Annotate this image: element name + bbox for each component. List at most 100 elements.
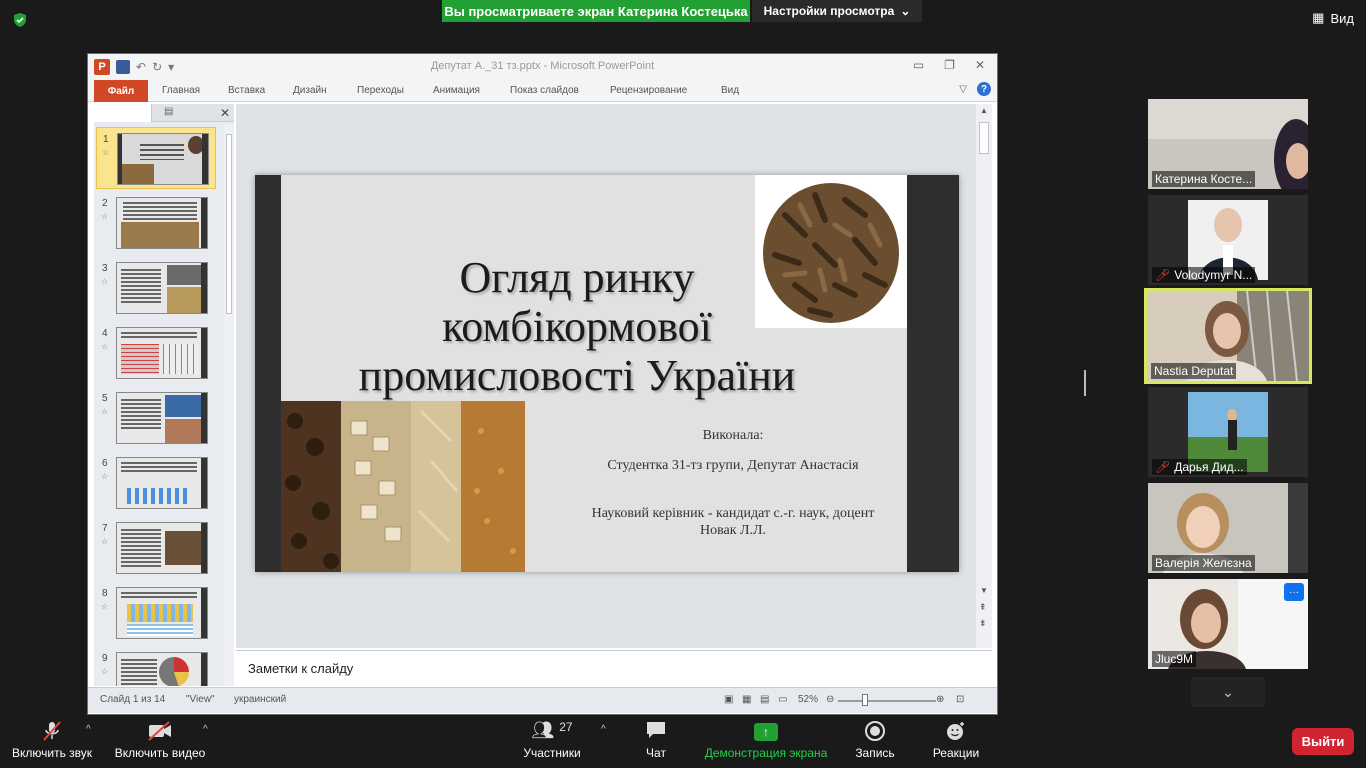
slide-thumbnail[interactable]: 3 ☆: [96, 257, 216, 319]
zoom-slider-knob[interactable]: [862, 694, 868, 706]
scrollbar-thumb[interactable]: [226, 134, 232, 314]
scroll-up-icon[interactable]: ▲: [980, 106, 988, 115]
collapse-ribbon-icon[interactable]: ▽: [959, 84, 967, 95]
scroll-down-icon[interactable]: ▼: [980, 586, 988, 595]
tab-transitions[interactable]: Переходы: [357, 85, 404, 96]
slide-thumbnail[interactable]: 2 ☆: [96, 192, 216, 254]
restore-icon[interactable]: ❐: [944, 58, 955, 72]
video-options-chevron-icon[interactable]: ^: [203, 724, 208, 735]
record-icon: [852, 720, 898, 742]
animal-feed-image: [281, 401, 525, 572]
tab-home[interactable]: Главная: [162, 85, 200, 96]
slide-thumbnail[interactable]: 4 ☆: [96, 322, 216, 384]
slide-number: 1: [103, 134, 109, 145]
gallery-scroll-down-button[interactable]: ⌄: [1191, 677, 1265, 707]
share-screen-button[interactable]: ↑ Демонстрация экрана: [704, 720, 828, 760]
chevron-down-icon: ⌄: [900, 4, 911, 18]
window-controls: ▭ ❐ ✕: [913, 58, 985, 72]
tab-design[interactable]: Дизайн: [293, 85, 327, 96]
more-options-button[interactable]: ···: [1284, 583, 1304, 601]
slide-left-bar: [255, 175, 281, 572]
close-icon[interactable]: ✕: [975, 58, 985, 72]
help-icon[interactable]: ?: [977, 82, 991, 96]
participants-options-chevron-icon[interactable]: ^: [601, 724, 606, 735]
slide-preview: [116, 652, 208, 686]
zoom-out-icon[interactable]: ⊖: [826, 694, 834, 705]
scrollbar-thumb[interactable]: [979, 122, 989, 154]
slideshow-icon[interactable]: ▭: [778, 694, 787, 705]
author-name: Студентка 31-тз групи, Депутат Анастасія: [607, 458, 859, 473]
video-off-icon: [112, 720, 208, 742]
participants-button[interactable]: 👥︎ 27 Участники: [520, 720, 584, 760]
zoom-in-icon[interactable]: ⊕: [936, 694, 944, 705]
tab-slideshow[interactable]: Показ слайдов: [510, 85, 579, 96]
participant-video[interactable]: ··· Jluc9M: [1148, 579, 1308, 669]
leave-button[interactable]: Выйти: [1292, 728, 1354, 755]
slide-preview: [116, 262, 208, 314]
view-settings-label: Настройки просмотра: [763, 4, 895, 18]
tab-file[interactable]: Файл: [94, 80, 148, 102]
participant-name: Валерія Желєзна: [1152, 555, 1255, 571]
notes-placeholder: Заметки к слайду: [248, 661, 354, 676]
slide-number: 9: [102, 653, 108, 664]
audio-options-chevron-icon[interactable]: ^: [86, 724, 91, 735]
share-screen-label: Демонстрация экрана: [704, 746, 828, 760]
panel-resize-handle[interactable]: [1084, 370, 1086, 396]
supervisor: Науковий керівник - кандидат с.-г. наук,…: [591, 506, 875, 538]
start-video-button[interactable]: Включить видео: [112, 720, 208, 760]
animation-star-icon: ☆: [101, 602, 109, 611]
minimize-icon[interactable]: ▭: [913, 58, 924, 72]
unmute-button[interactable]: Включить звук: [10, 720, 94, 760]
thumbnails-scrollbar[interactable]: [224, 124, 234, 686]
current-slide[interactable]: Огляд ринку комбікормової промисловості …: [255, 175, 959, 572]
tab-view[interactable]: Вид: [721, 85, 739, 96]
chat-button[interactable]: Чат: [636, 720, 676, 760]
slide-thumbnail[interactable]: 6 ☆: [96, 452, 216, 514]
tab-slides[interactable]: [94, 104, 152, 122]
participant-video[interactable]: Валерія Желєзна: [1148, 483, 1308, 573]
participant-video[interactable]: Катерина Косте...: [1148, 99, 1308, 189]
slide-preview: [116, 457, 208, 509]
record-button[interactable]: Запись: [852, 720, 898, 760]
close-icon[interactable]: ✕: [220, 106, 230, 120]
slide-thumbnail[interactable]: 9 ☆: [96, 647, 216, 686]
slide-thumbnail[interactable]: 1 ☆: [96, 127, 216, 189]
notes-pane[interactable]: Заметки к слайду: [236, 650, 992, 686]
slide-thumbnail[interactable]: 5 ☆: [96, 387, 216, 449]
view-settings-dropdown[interactable]: Настройки просмотра ⌄: [752, 0, 922, 22]
outline-tab-icon[interactable]: ▤: [164, 106, 173, 117]
language[interactable]: украинский: [234, 694, 286, 705]
slide-thumbnail[interactable]: 7 ☆: [96, 517, 216, 579]
prev-slide-icon[interactable]: ⇞: [979, 602, 987, 613]
slide-thumbnails: 1 ☆ 2 ☆ 3 ☆ 4 ☆ 5 ☆ 6 ☆ 7 ☆ 8 ☆ 9 ☆: [94, 124, 224, 686]
participant-video-active-speaker[interactable]: Nastia Deputat: [1144, 288, 1312, 384]
zoom-slider[interactable]: [838, 700, 936, 702]
slide-preview: [117, 133, 209, 185]
participant-video[interactable]: 🎤︎ Дарья Дид...: [1148, 387, 1308, 477]
reactions-label: Реакции: [932, 746, 980, 760]
zoom-meeting-window: Вы просматриваете экран Катерина Костець…: [0, 0, 1366, 768]
panel-tabs: ▤ ✕: [94, 104, 234, 122]
reactions-button[interactable]: Реакции: [930, 720, 982, 760]
fit-to-window-icon[interactable]: ⊡: [956, 694, 964, 705]
animation-star-icon: ☆: [101, 277, 109, 286]
participant-name: 🎤︎ Дарья Дид...: [1152, 459, 1247, 475]
slide-title-line: Огляд ринку: [459, 253, 695, 302]
slide-sorter-icon[interactable]: ▦: [742, 694, 751, 705]
slide-thumbnail[interactable]: 8 ☆: [96, 582, 216, 644]
security-shield-icon[interactable]: [12, 12, 28, 28]
tab-insert[interactable]: Вставка: [228, 85, 265, 96]
zoom-level[interactable]: 52%: [798, 694, 818, 705]
reading-view-icon[interactable]: ▤: [760, 694, 769, 705]
next-slide-icon[interactable]: ⇟: [979, 618, 987, 629]
participant-video[interactable]: 🎤︎ Volodymyr N...: [1148, 195, 1308, 285]
participants-icon: 👥︎ 27: [531, 720, 573, 740]
tab-animation[interactable]: Анимация: [433, 85, 480, 96]
slide-preview: [116, 587, 208, 639]
slide-number: 6: [102, 458, 108, 469]
normal-view-icon[interactable]: ▣: [724, 694, 733, 705]
view-button[interactable]: ▦ Вид: [1312, 10, 1354, 26]
slide-scrollbar[interactable]: ▲ ▼ ⇞ ⇟: [976, 104, 992, 648]
slide-number: 3: [102, 263, 108, 274]
tab-review[interactable]: Рецензирование: [610, 85, 687, 96]
